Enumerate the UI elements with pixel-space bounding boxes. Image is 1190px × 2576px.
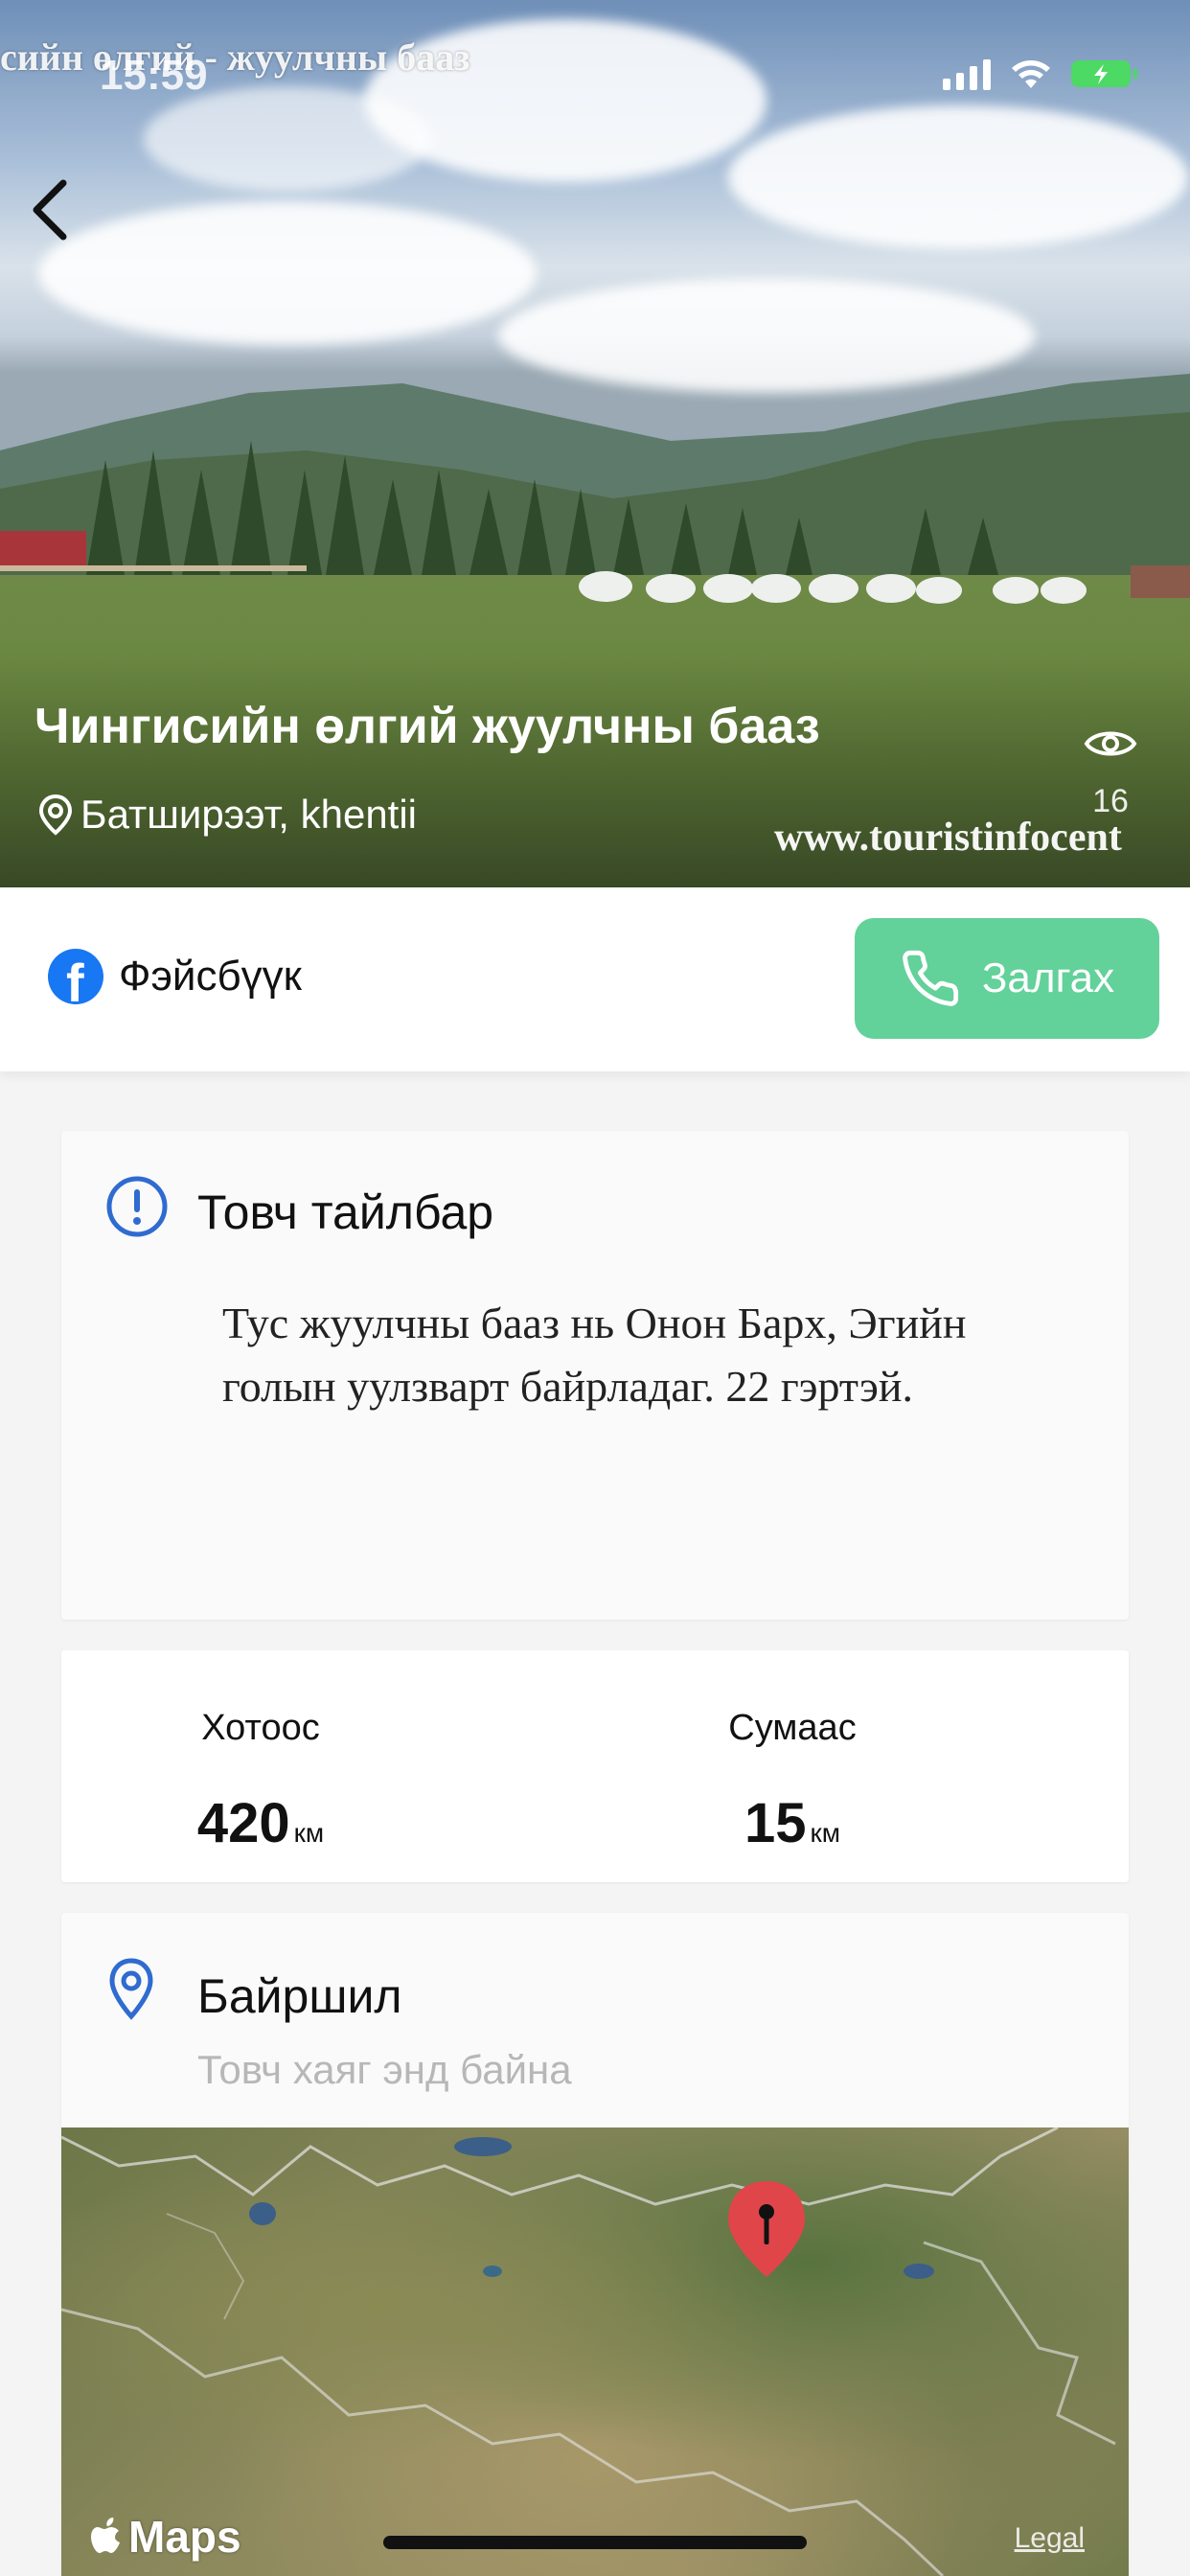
map-borders [61,2128,1116,2576]
distance-value: 420 [196,1792,290,1854]
distance-card: Хотоос 420 км Сумаас 15 км [61,1650,1129,1882]
cloud [38,201,537,345]
distance-label: Хотоос [201,1708,320,1748]
call-label: Залгах [981,954,1115,1001]
facebook-link[interactable]: f Фэйсбүүк [48,949,302,1004]
views-count: 16 [1092,783,1129,819]
map-view[interactable]: Maps Legal [61,2128,1129,2576]
call-button[interactable]: Залгах [855,918,1159,1039]
battery-charging-icon [1071,60,1137,87]
watermark-bottom: www.touristinfocent [774,816,1122,860]
watermark-top: сийн өлгий - жуулчны бааз [0,35,470,79]
distance-from-city: Хотоос 420 км [172,1708,349,1855]
description-text: Тус жуулчны бааз нь Онон Барх, Эгийн гол… [222,1299,967,1411]
wifi-icon [1012,60,1050,88]
info-icon [106,1176,168,1237]
phone-icon [903,950,958,1006]
distance-unit: км [293,1818,325,1848]
eye-icon [1084,731,1137,756]
signal-icon [943,58,991,90]
distance-from-soum: Сумаас 15 км [721,1708,864,1855]
maps-label: Maps [128,2512,241,2562]
chevron-left-icon [33,179,67,241]
location-text: Батширээт, khentii [80,792,418,837]
description-card: Товч тайлбар Тус жуулчны бааз нь Онон Ба… [61,1131,1129,1620]
cloud [144,86,431,192]
back-button[interactable] [21,176,79,243]
address-placeholder: Товч хаяг энд байна [197,2047,572,2092]
status-time: 15:59 [100,52,208,99]
apple-maps-logo: Maps [90,2511,241,2563]
facebook-icon: f [48,949,103,1004]
apple-icon [91,2518,120,2553]
map-pin-icon[interactable] [722,2177,811,2281]
distance-label: Сумаас [728,1708,857,1748]
description-heading: Товч тайлбар [197,1185,494,1239]
home-indicator[interactable] [383,2536,807,2549]
cloud [728,105,1188,249]
distance-unit: км [810,1818,841,1848]
location-pin-icon [38,794,73,836]
location-heading: Байршил [197,1969,402,2023]
legal-link[interactable]: Legal [1015,2522,1085,2555]
facebook-label: Фэйсбүүк [119,953,302,1000]
location-pin-icon [109,1958,153,2020]
location-line: Батширээт, khentii [38,792,417,838]
status-icons [943,58,1137,90]
views-counter: 16 [1081,724,1140,820]
page-title: Чингисийн өлгий жуулчны бааз [34,699,820,754]
ger-camp [0,531,1190,604]
distance-value: 15 [744,1792,807,1854]
